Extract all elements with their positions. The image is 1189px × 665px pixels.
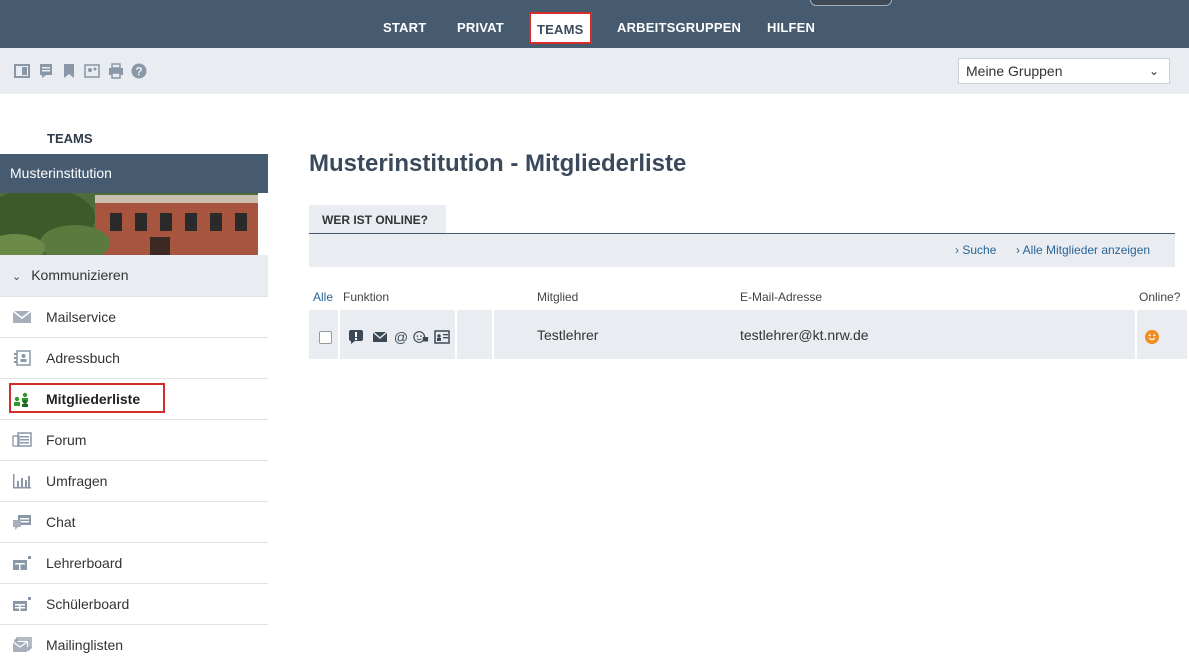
note-icon[interactable] [38, 63, 54, 79]
chevron-right-icon: › [1016, 243, 1020, 257]
chevron-down-icon: ⌄ [1148, 64, 1159, 78]
group-select-value: Meine Gruppen [966, 63, 1063, 79]
sidebar-item-label: Umfragen [46, 473, 108, 489]
group-icon[interactable] [84, 63, 100, 79]
column-header-email: E-Mail-Adresse [740, 290, 823, 304]
chat-user-icon[interactable] [413, 330, 429, 344]
svg-text:?: ? [135, 65, 142, 79]
sidebar-item-umfragen[interactable]: Umfragen [0, 460, 268, 501]
select-all-link[interactable]: Alle [313, 290, 333, 304]
page-title: Musterinstitution - Mitgliederliste [309, 150, 687, 177]
message-icon[interactable] [348, 330, 364, 344]
column-separator [1135, 310, 1137, 359]
sidebar-item-label: Chat [46, 514, 76, 530]
sidebar-item-chat[interactable]: Chat [0, 501, 268, 542]
chevron-down-icon: ⌄ [12, 271, 22, 283]
sidebar-item-forum[interactable]: Forum [0, 419, 268, 460]
institution-title[interactable]: Musterinstitution [0, 154, 268, 193]
institution-photo [0, 193, 258, 255]
help-icon[interactable]: ? [131, 63, 147, 79]
sidebar-item-mailinglisten[interactable]: Mailinglisten [0, 624, 268, 665]
nav-teams[interactable]: TEAMS [529, 12, 592, 44]
mailinglist-icon [12, 637, 32, 652]
top-navigation: START PRIVAT TEAMS ARBEITSGRUPPEN HILFEN [0, 0, 1189, 48]
link-bar: › Suche › Alle Mitglieder anzeigen [309, 234, 1175, 267]
print-icon[interactable] [108, 63, 124, 79]
board-icon [13, 556, 31, 570]
sidebar-item-label: Lehrerboard [46, 555, 123, 571]
layout-icon[interactable] [14, 63, 30, 79]
column-header-online: Online? [1139, 290, 1181, 304]
sidebar-item-label: Forum [46, 432, 87, 448]
sidebar-item-schuelerboard[interactable]: Schülerboard [0, 583, 268, 624]
sidebar-item-label: Adressbuch [46, 350, 120, 366]
chat-icon [13, 515, 31, 530]
poll-icon [13, 474, 31, 489]
section-label: Kommunizieren [31, 267, 129, 283]
member-email[interactable]: testlehrer@kt.nrw.de [740, 310, 869, 361]
bookmark-icon[interactable] [61, 63, 77, 79]
column-separator [455, 310, 457, 359]
nav-hilfen[interactable]: HILFEN [767, 0, 815, 48]
tab-wer-ist-online[interactable]: WER IST ONLINE? [309, 205, 446, 233]
top-pill [810, 0, 892, 6]
sidebar-item-lehrerboard[interactable]: Lehrerboard [0, 542, 268, 583]
search-link-label: Suche [962, 243, 997, 257]
nav-start[interactable]: START [383, 0, 426, 48]
sidebar-item-label: Schülerboard [46, 596, 130, 612]
show-all-members-link[interactable]: › Alle Mitglieder anzeigen [1016, 234, 1150, 267]
column-separator [338, 310, 340, 359]
member-name[interactable]: Testlehrer [537, 310, 598, 361]
sidebar-item-adressbuch[interactable]: Adressbuch [0, 337, 268, 378]
at-sign-icon[interactable]: @ [393, 330, 409, 344]
group-select[interactable]: Meine Gruppen ⌄ [958, 58, 1170, 84]
online-smiley-icon [1145, 330, 1159, 344]
table-row: @ Testlehrer testlehrer@kt.nrw.de [309, 310, 1187, 359]
active-highlight [9, 383, 165, 413]
board-icon [13, 597, 31, 611]
sidebar-item-label: Mailservice [46, 309, 117, 325]
search-link[interactable]: › Suche [955, 234, 996, 267]
sidebar-item-label: Mailinglisten [46, 637, 124, 653]
column-header-function: Funktion [343, 290, 390, 304]
envelope-icon[interactable] [372, 330, 388, 344]
chevron-right-icon: › [955, 243, 959, 257]
addressbook-icon [14, 350, 31, 366]
nav-arbeitsgruppen[interactable]: ARBEITSGRUPPEN [617, 0, 741, 48]
show-all-link-label: Alle Mitglieder anzeigen [1022, 243, 1151, 257]
column-separator [492, 310, 494, 359]
forum-icon [12, 432, 32, 447]
contact-card-icon[interactable] [434, 330, 450, 344]
column-header-member: Mitglied [537, 290, 579, 304]
sidebar-heading: TEAMS [47, 131, 93, 146]
envelope-icon [12, 310, 32, 323]
svg-text:@: @ [394, 330, 408, 344]
sidebar-item-mailservice[interactable]: Mailservice [0, 296, 268, 337]
section-kommunizieren[interactable]: ⌄ Kommunizieren [0, 255, 268, 296]
row-checkbox[interactable] [319, 331, 332, 344]
nav-privat[interactable]: PRIVAT [457, 0, 504, 48]
